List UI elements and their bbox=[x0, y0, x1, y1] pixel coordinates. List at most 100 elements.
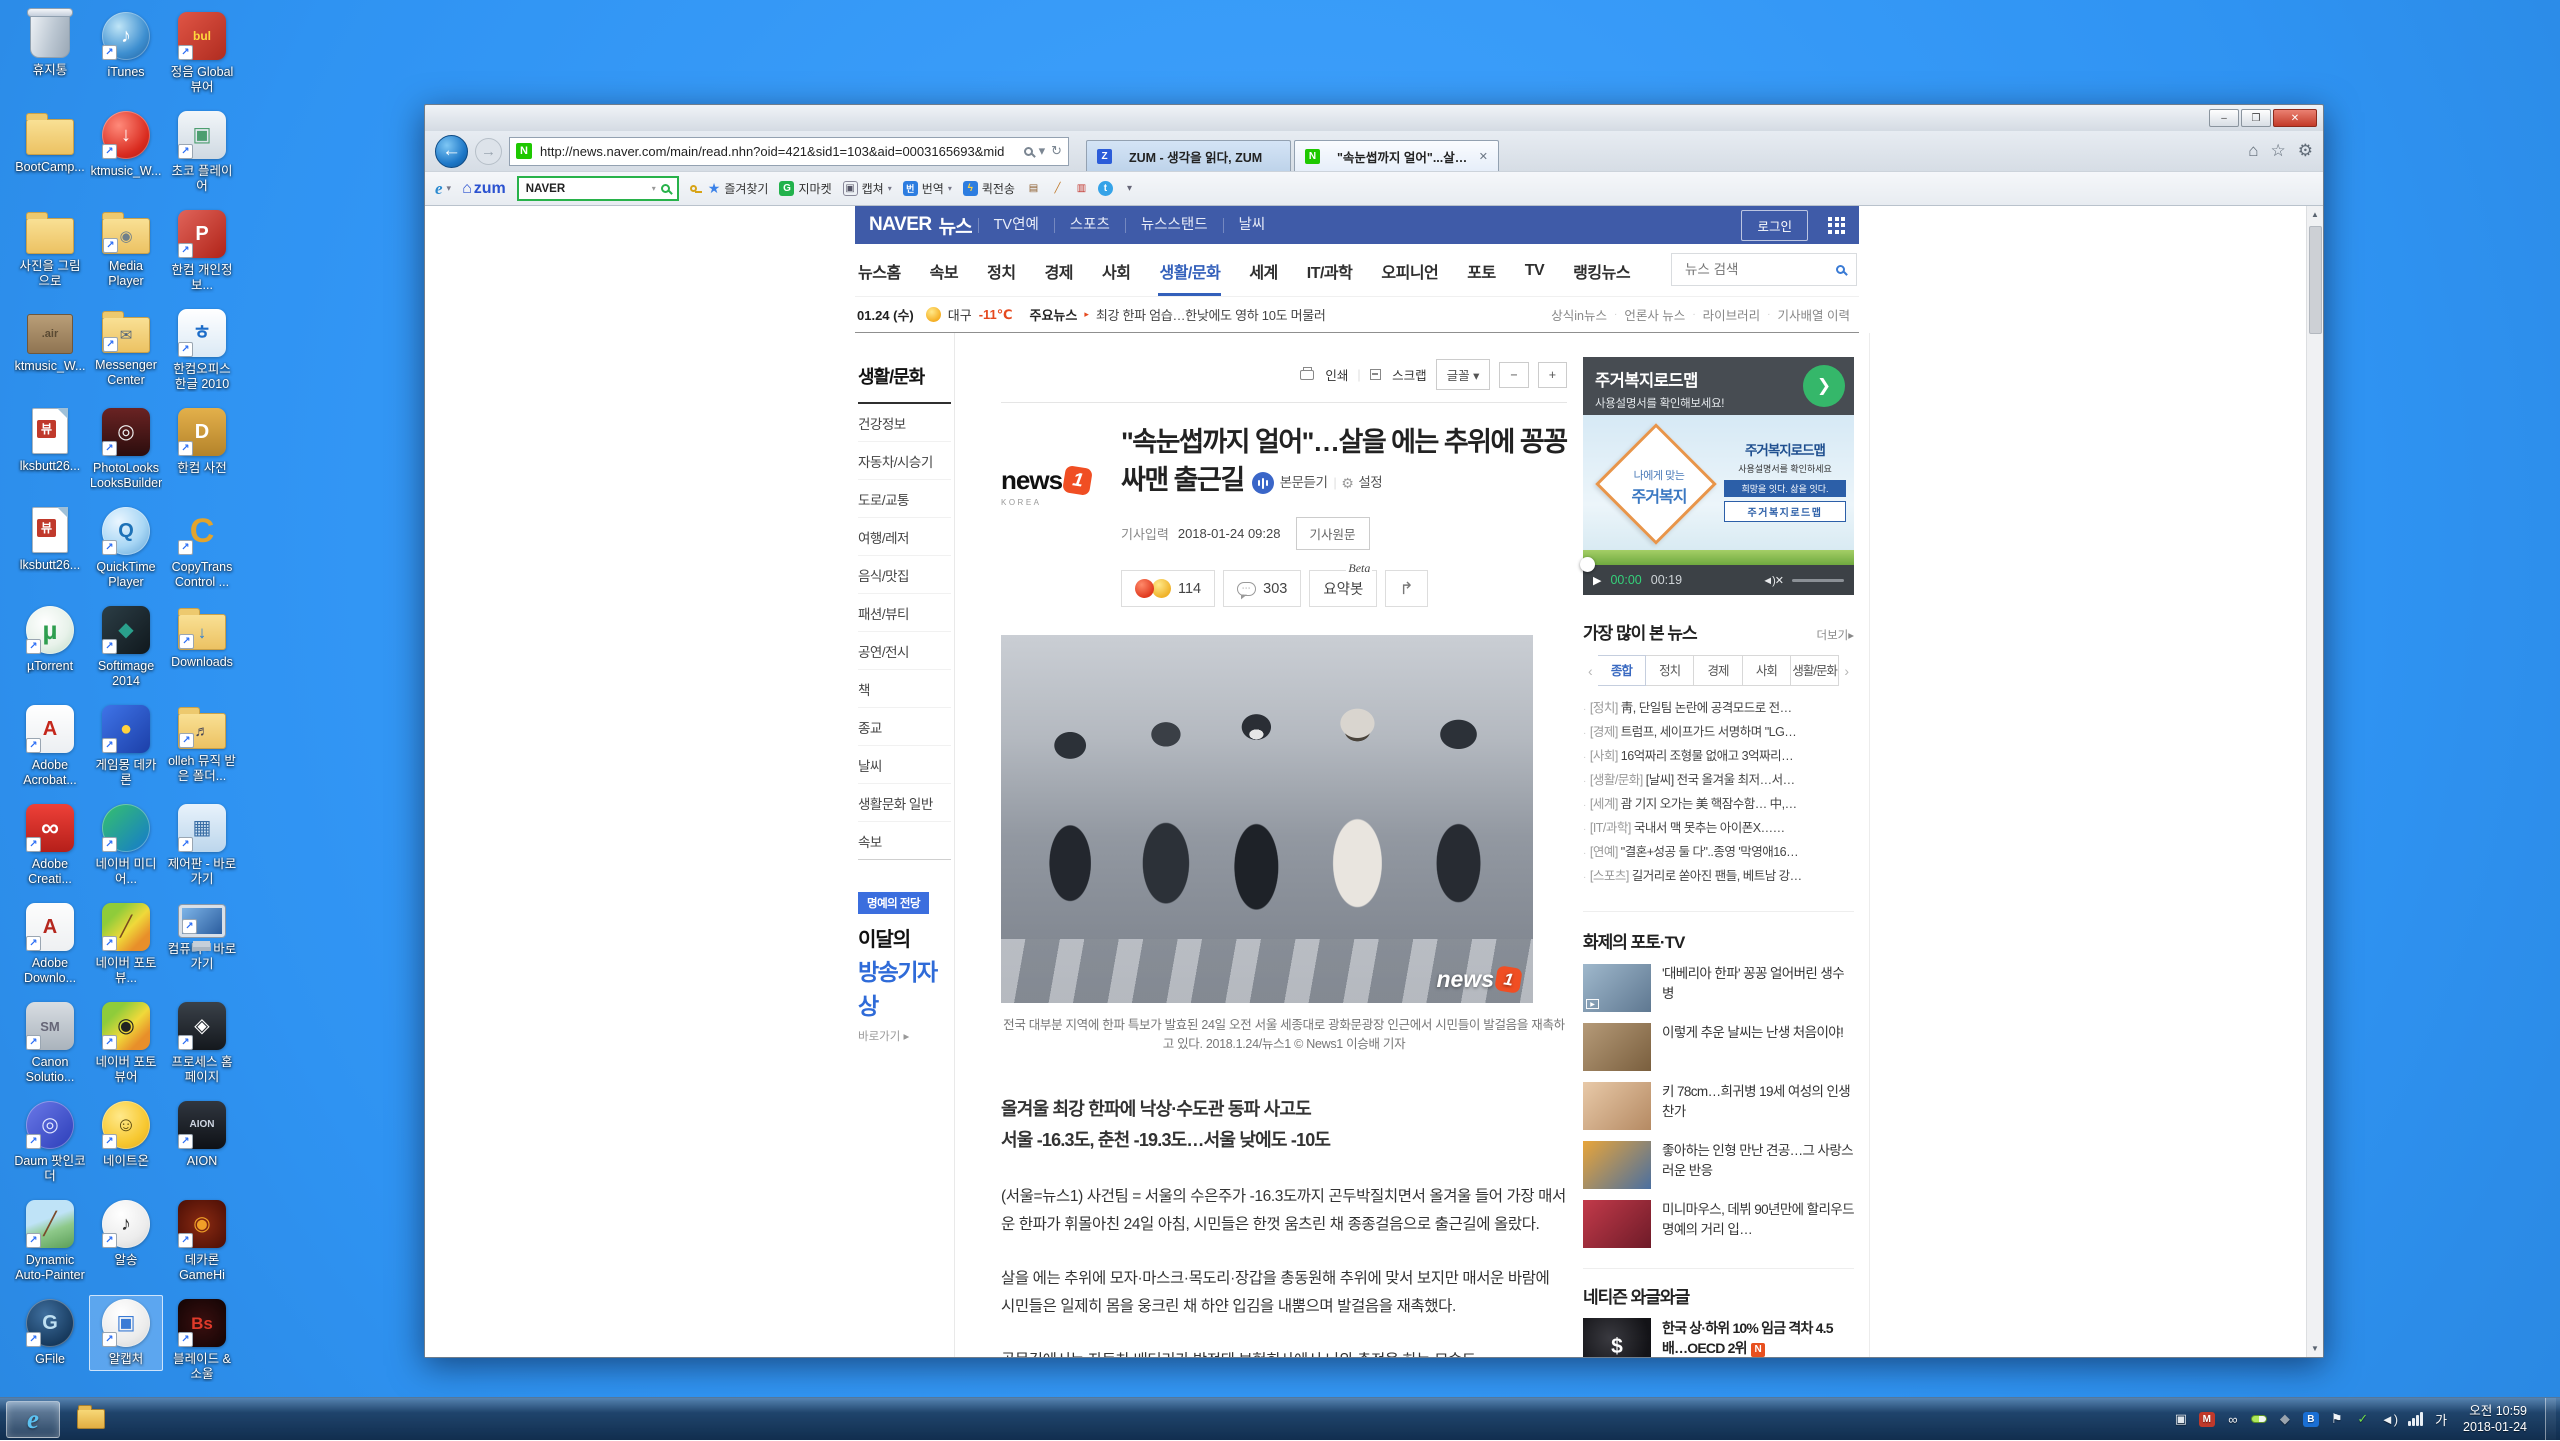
desktop-icon[interactable]: ∞↗Adobe Creati... bbox=[13, 800, 87, 891]
tabs-right-arrow-icon[interactable]: › bbox=[1839, 663, 1854, 679]
desktop-icon[interactable]: ▦↗제어판 - 바로 가기 bbox=[165, 800, 239, 891]
ime-korean-tray-icon[interactable]: 가 bbox=[2433, 1410, 2449, 1429]
url-input[interactable] bbox=[538, 143, 1018, 160]
desktop-icon[interactable]: 사진을 그림으로 bbox=[13, 206, 87, 293]
desktop-icon[interactable]: bul↗정음 Global 뷰어 bbox=[165, 8, 239, 99]
most-viewed-tab[interactable]: 생활/문화 bbox=[1791, 655, 1839, 686]
nav-category[interactable]: 뉴스홈 bbox=[857, 244, 902, 296]
tts-speaker-icon[interactable] bbox=[1252, 472, 1274, 494]
desktop-icon[interactable]: ◆↗Softimage 2014 bbox=[89, 602, 163, 693]
zum-capture-button[interactable]: ▣캡쳐▾ bbox=[843, 180, 892, 197]
emotion-button[interactable]: 114 bbox=[1121, 570, 1215, 607]
sidebar-menu-item[interactable]: 음식/맛집 bbox=[858, 556, 951, 594]
header-menu-item[interactable]: 날씨 bbox=[1223, 218, 1281, 233]
scrap-button[interactable]: 스크랩 bbox=[1370, 365, 1427, 384]
apps-grid-icon[interactable] bbox=[1828, 217, 1845, 234]
sidebar-ad[interactable]: 명예의 전당 이달의 방송기자상 바로가기 ▸ bbox=[858, 892, 954, 1044]
sidebar-menu-item[interactable]: 종교 bbox=[858, 708, 951, 746]
sidebar-menu-item[interactable]: 패션/뷰티 bbox=[858, 594, 951, 632]
photo-tv-item[interactable]: 이렇게 추운 날씨는 난생 처음이야! bbox=[1583, 1023, 1854, 1071]
desktop-icon[interactable]: .airktmusic_W... bbox=[13, 305, 87, 378]
most-viewed-item[interactable]: ·[경제]트럼프, 세이프가드 서명하며 "LG… bbox=[1583, 721, 1854, 745]
minimize-button[interactable]: – bbox=[2209, 109, 2239, 127]
naver-news-logo[interactable]: 뉴스 bbox=[939, 212, 972, 239]
desktop-icon[interactable]: ◎↗PhotoLooks LooksBuilder bbox=[89, 404, 163, 495]
sidebar-menu-item[interactable]: 도로/교통 bbox=[858, 480, 951, 518]
vertical-scrollbar[interactable]: ▲ ▼ bbox=[2306, 206, 2323, 1357]
most-viewed-item[interactable]: ·[연예]"결혼+성공 둘 다"..종영 '막영애16… bbox=[1583, 841, 1854, 865]
zum-key-icon[interactable] bbox=[690, 185, 697, 192]
show-desktop-button[interactable] bbox=[2545, 1398, 2556, 1441]
action-center-flag-tray-icon[interactable]: ⚑ bbox=[2329, 1411, 2345, 1427]
original-article-button[interactable]: 기사원문 bbox=[1296, 517, 1370, 550]
notebook-icon[interactable]: ▤ bbox=[1026, 181, 1041, 196]
desktop-icon[interactable]: G↗GFile bbox=[13, 1295, 87, 1371]
settings-gear-icon[interactable]: ⚙ bbox=[1341, 464, 1352, 502]
creative-cloud-tray-icon[interactable]: ∞ bbox=[2225, 1412, 2241, 1427]
nav-category[interactable]: TV bbox=[1524, 247, 1545, 293]
desktop-icon[interactable]: Q↗QuickTime Player bbox=[89, 503, 163, 594]
desktop-icon[interactable]: ✉↗Messenger Center bbox=[89, 305, 163, 392]
desktop-icon[interactable]: ↗컴퓨터 - 바로 가기 bbox=[165, 899, 239, 976]
desktop-icon[interactable]: 뷰lksbutt26... bbox=[13, 404, 87, 478]
most-viewed-item[interactable]: ·[스포츠]길거리로 쏟아진 팬들, 베트남 강… bbox=[1583, 865, 1854, 889]
tools-gear-icon[interactable]: ⚙ bbox=[2298, 141, 2313, 161]
sidebar-menu-item[interactable]: 공연/전시 bbox=[858, 632, 951, 670]
netizen-featured[interactable]: $ 한국 상·하위 10% 임금 격차 4.5배…OECD 2위N bbox=[1583, 1318, 1854, 1357]
most-viewed-item[interactable]: ·[생활/문화][날씨] 전국 올겨울 최저…서… bbox=[1583, 769, 1854, 793]
browser-tab[interactable]: N"속눈썹까지 얼어"...살을 에...✕ bbox=[1294, 140, 1499, 171]
sidebar-menu-item[interactable]: 속보 bbox=[858, 822, 951, 860]
summary-bot-button[interactable]: 요약봇 Beta bbox=[1309, 570, 1377, 607]
zum-search-icon[interactable] bbox=[661, 184, 670, 193]
safely-remove-usb-tray-icon[interactable]: ✓ bbox=[2355, 1411, 2371, 1427]
zum-home-button[interactable]: ⌂zum bbox=[462, 180, 506, 198]
play-icon[interactable]: ▶ bbox=[1593, 574, 1601, 587]
most-viewed-tab[interactable]: 종합 bbox=[1598, 655, 1646, 686]
nav-category[interactable]: 경제 bbox=[1044, 244, 1074, 296]
nav-category[interactable]: 세계 bbox=[1248, 244, 1278, 296]
volume-slider[interactable] bbox=[1792, 579, 1844, 582]
nav-category[interactable]: 사회 bbox=[1101, 244, 1131, 296]
desktop-icon[interactable]: SM↗Canon Solutio... bbox=[13, 998, 87, 1089]
most-viewed-tab[interactable]: 정치 bbox=[1646, 655, 1694, 686]
desktop-icon[interactable]: ╱↗Dynamic Auto-Painter bbox=[13, 1196, 87, 1287]
volume-tray-icon[interactable]: ◄) bbox=[2381, 1412, 2398, 1427]
clean-icon[interactable]: ╱ bbox=[1050, 181, 1065, 196]
taskbar-explorer-button[interactable] bbox=[64, 1401, 118, 1438]
most-viewed-more-link[interactable]: 더보기▸ bbox=[1816, 627, 1854, 643]
desktop-icon[interactable]: BootCamp... bbox=[13, 107, 87, 179]
desktop-icon[interactable]: ♪↗알송 bbox=[89, 1196, 163, 1272]
most-viewed-tab[interactable]: 사회 bbox=[1743, 655, 1791, 686]
desktop-icon[interactable]: ↗네이버 미디어... bbox=[89, 800, 163, 891]
zum-search-box[interactable]: NAVER ▾ bbox=[517, 176, 679, 201]
desktop-icon[interactable]: D↗한컴 사전 bbox=[165, 404, 239, 480]
nav-category[interactable]: 오피니언 bbox=[1380, 244, 1439, 296]
nav-category[interactable]: IT/과학 bbox=[1306, 244, 1354, 296]
desktop-icon[interactable]: µ↗µTorrent bbox=[13, 602, 87, 678]
settings-button[interactable]: 설정 bbox=[1358, 464, 1382, 502]
print-button[interactable]: 인쇄 bbox=[1300, 365, 1349, 384]
desktop-icon[interactable]: ☺↗네이트온 bbox=[89, 1097, 163, 1173]
zum-translate-button[interactable]: 번번역▾ bbox=[903, 180, 952, 197]
news-search-icon[interactable] bbox=[1836, 265, 1845, 274]
desktop-icon[interactable]: P↗한컴 개인정보... bbox=[165, 206, 239, 297]
home-icon[interactable]: ⌂ bbox=[2248, 141, 2258, 161]
nav-category[interactable]: 속보 bbox=[929, 244, 959, 296]
photo-tv-item[interactable]: 키 78cm…희귀병 19세 여성의 인생 찬가 bbox=[1583, 1082, 1854, 1130]
favorites-star-icon[interactable]: ☆ bbox=[2271, 141, 2286, 161]
adobe-tray-icon[interactable]: M bbox=[2199, 1412, 2215, 1427]
desktop-icon[interactable]: ◉↗데카론 GameHi bbox=[165, 1196, 239, 1287]
redbook-icon[interactable]: ▥ bbox=[1074, 181, 1089, 196]
search-icon[interactable] bbox=[1024, 147, 1033, 156]
desktop-icon[interactable]: A↗Adobe Downlo... bbox=[13, 899, 87, 990]
zum-search-engine-label[interactable]: NAVER bbox=[526, 183, 647, 195]
desktop-icon[interactable]: ♪↗iTunes bbox=[89, 8, 163, 84]
taskbar-ie-button[interactable]: e bbox=[6, 1401, 60, 1438]
font-bigger-button[interactable]: + bbox=[1538, 362, 1567, 388]
sidebar-menu-item[interactable]: 생활문화 일반 bbox=[858, 784, 951, 822]
header-menu-item[interactable]: 스포츠 bbox=[1054, 218, 1125, 233]
mute-icon[interactable]: ◄)✕ bbox=[1762, 574, 1783, 587]
press-logo[interactable]: news1 KOREA bbox=[1001, 423, 1121, 607]
scroll-up-arrow-icon[interactable]: ▲ bbox=[2307, 206, 2323, 223]
photo-tv-item[interactable]: 미니마우스, 데뷔 90년만에 할리우드 명예의 거리 입… bbox=[1583, 1200, 1854, 1248]
